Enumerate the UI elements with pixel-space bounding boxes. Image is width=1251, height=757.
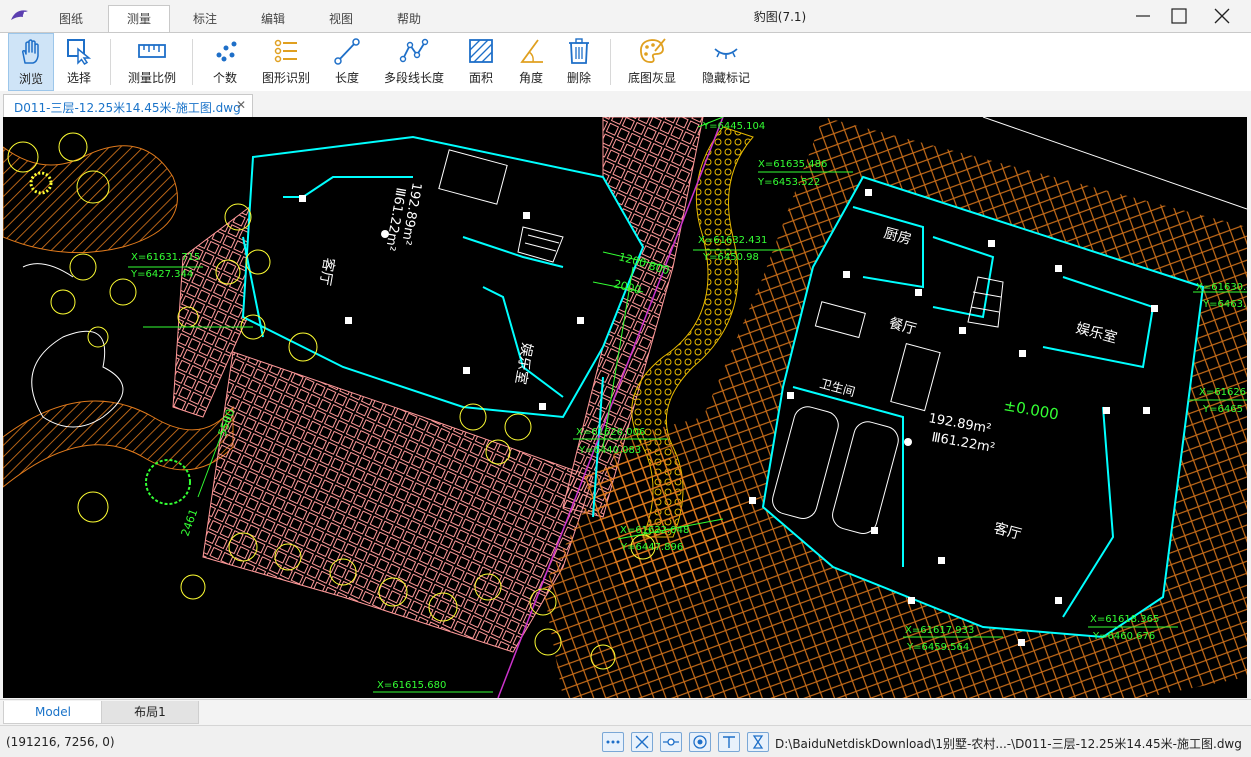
toolbar-separator xyxy=(192,39,193,85)
measure-scale-button[interactable]: 测量比例 xyxy=(120,33,184,89)
trash-icon xyxy=(569,38,589,64)
menu-tab-measure[interactable]: 测量 xyxy=(108,5,170,33)
coord-label: Y=6465 xyxy=(1202,404,1243,415)
coord-label: X=61622.048 xyxy=(620,525,689,536)
hide-marks-button[interactable]: 隐藏标记 xyxy=(694,33,758,89)
cad-drawing: Y=6445.104 X=61635.486 Y=6453.522 X=6163… xyxy=(3,117,1247,698)
menu-tab-help[interactable]: 帮助 xyxy=(384,6,434,32)
coord-label: Y=6453.522 xyxy=(757,177,820,188)
select-cursor-icon xyxy=(67,39,92,65)
count-dots-icon xyxy=(216,41,237,62)
select-label: 选择 xyxy=(66,71,91,85)
shape-recognition-button[interactable]: 图形识别 xyxy=(256,33,316,89)
window-title: 豹图(7.1) xyxy=(753,10,807,24)
app-logo-icon xyxy=(11,10,28,20)
coord-label: Y=6445.104 xyxy=(702,121,765,132)
node-snap-icon[interactable] xyxy=(660,732,682,752)
delete-label: 删除 xyxy=(566,71,591,85)
layout-tab-strip: Model 布局1 xyxy=(0,699,1251,725)
coord-label: Y=6459.564 xyxy=(906,642,969,653)
document-tab-label: D011-三层-12.25米14.45米-施工图.dwg xyxy=(14,101,241,115)
coord-label: X=61632.431 xyxy=(698,235,767,246)
count-label: 个数 xyxy=(212,71,237,85)
cursor-coordinates: (191216, 7256, 0) xyxy=(6,735,115,749)
area-button[interactable]: 面积 xyxy=(460,33,502,89)
toolbar-separator xyxy=(610,39,611,85)
grid-snap-icon[interactable] xyxy=(602,732,624,752)
base-map-gray-button[interactable]: 底图灰显 xyxy=(620,33,684,89)
minimize-icon[interactable] xyxy=(1128,4,1158,28)
length-label: 长度 xyxy=(334,71,359,85)
file-path: D:\BaiduNetdiskDownload\1别墅-农村...-\D011-… xyxy=(775,737,1242,751)
menu-tab-edit[interactable]: 编辑 xyxy=(248,6,298,32)
hand-icon xyxy=(22,39,39,64)
perpendicular-snap-icon[interactable] xyxy=(718,732,740,752)
count-button[interactable]: 个数 xyxy=(202,33,248,89)
document-tab-strip: D011-三层-12.25米14.45米-施工图.dwg ✕ xyxy=(0,91,1251,118)
center-snap-icon[interactable] xyxy=(689,732,711,752)
shape-recognition-label: 图形识别 xyxy=(261,71,310,85)
title-bar: 图纸 测量 标注 编辑 视图 帮助 豹图(7.1) xyxy=(0,0,1251,33)
coord-label: X=61615.680 xyxy=(377,680,446,691)
angle-label: 角度 xyxy=(518,71,543,85)
coord-label: Y=6440.083 xyxy=(578,445,641,456)
angle-button[interactable]: 角度 xyxy=(510,33,552,89)
menu-tab-drawing[interactable]: 图纸 xyxy=(46,6,96,32)
measure-scale-label: 测量比例 xyxy=(127,71,176,85)
area-icon xyxy=(469,39,493,63)
angle-icon xyxy=(520,39,543,63)
polyline-length-icon xyxy=(399,38,429,63)
eye-closed-icon xyxy=(714,48,738,59)
palette-icon xyxy=(640,38,666,63)
coord-label: Y=6450.98 xyxy=(702,252,759,263)
status-bar: (191216, 7256, 0) D:\BaiduNetdiskDownloa… xyxy=(0,725,1251,757)
coord-label: Y=6463.3 xyxy=(1202,299,1247,310)
coord-label: X=61630.4 xyxy=(1196,282,1247,293)
toolbar-separator xyxy=(110,39,111,85)
coord-label: Y=6447.896 xyxy=(620,542,683,553)
length-button[interactable]: 长度 xyxy=(326,33,368,89)
cross-snap-icon[interactable] xyxy=(631,732,653,752)
polyline-length-label: 多段线长度 xyxy=(383,71,444,85)
shape-recognition-icon xyxy=(274,39,297,63)
hide-marks-label: 隐藏标记 xyxy=(701,71,750,85)
maximize-icon[interactable] xyxy=(1164,4,1194,28)
ribbon-toolbar: 浏览 选择 测量比例 个数 图形识别 长度 多段线长度 面积 角度 删除 底图灰… xyxy=(0,32,1251,92)
delete-button[interactable]: 删除 xyxy=(558,33,600,89)
close-icon[interactable] xyxy=(1207,4,1237,28)
base-map-gray-label: 底图灰显 xyxy=(627,71,676,85)
coord-label: Y=6427.344 xyxy=(130,269,193,280)
coord-label: X=61618.365 xyxy=(1090,614,1159,625)
length-icon xyxy=(334,38,360,65)
document-tab[interactable]: D011-三层-12.25米14.45米-施工图.dwg ✕ xyxy=(3,94,253,118)
menu-tab-view[interactable]: 视图 xyxy=(316,6,366,32)
polyline-length-button[interactable]: 多段线长度 xyxy=(380,33,448,89)
coord-label: X=61635.486 xyxy=(758,159,827,170)
hourglass-icon[interactable] xyxy=(747,732,769,752)
menu-tab-annotate[interactable]: 标注 xyxy=(180,6,230,32)
coord-label: X=61631.715 xyxy=(131,252,200,263)
coord-label: Y=6460.676 xyxy=(1092,631,1155,642)
close-tab-icon[interactable]: ✕ xyxy=(236,98,246,112)
coord-label: X=61626 xyxy=(1199,387,1246,398)
tab-layout1[interactable]: 布局1 xyxy=(101,701,199,724)
coord-label: X=61626.006 xyxy=(576,427,645,438)
drawing-canvas[interactable]: Y=6445.104 X=61635.486 Y=6453.522 X=6163… xyxy=(3,117,1247,698)
ruler-icon xyxy=(138,44,166,58)
browse-label: 浏览 xyxy=(18,72,43,86)
browse-button[interactable]: 浏览 xyxy=(8,33,54,91)
tab-model[interactable]: Model xyxy=(3,701,103,724)
select-button[interactable]: 选择 xyxy=(56,33,102,89)
dimension-label: 2461 xyxy=(179,507,201,538)
area-label: 面积 xyxy=(468,71,493,85)
coord-label: X=61617.933 xyxy=(905,625,974,636)
